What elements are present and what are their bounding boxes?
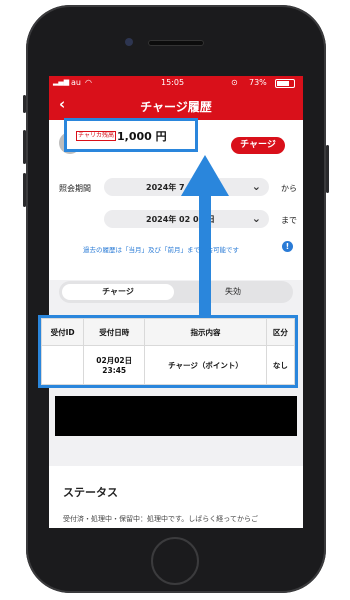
col-header-instruction: 指示内容 <box>144 318 267 346</box>
cell-date: 02月02日 <box>96 356 133 365</box>
col-header-datetime: 受付日時 <box>83 318 146 346</box>
table-row[interactable]: 02月02日 23:45 チャージ（ポイント） なし <box>40 345 296 385</box>
cell-time: 23:45 <box>102 366 127 375</box>
col-header-id: 受付ID <box>40 318 85 346</box>
annotation-arrow <box>181 155 229 315</box>
col-header-category: 区分 <box>265 318 296 346</box>
arrow-head <box>181 155 229 196</box>
arrow-shaft <box>199 195 211 315</box>
cell-datetime: 02月02日 23:45 <box>83 345 146 385</box>
history-table: 受付ID 受付日時 指示内容 区分 02月02日 23:45 チャージ（ポイント… <box>40 318 296 385</box>
cell-id <box>40 345 85 385</box>
history-table-highlight: 受付ID 受付日時 指示内容 区分 02月02日 23:45 チャージ（ポイント… <box>38 315 298 388</box>
cell-category: なし <box>265 345 296 385</box>
cell-instruction: チャージ（ポイント） <box>144 345 267 385</box>
